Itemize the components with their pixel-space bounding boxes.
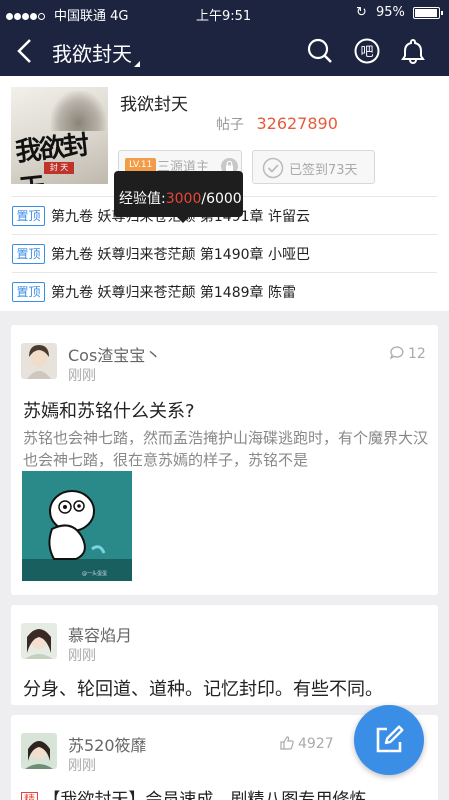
checkin-label: 已签到73天 bbox=[289, 163, 358, 178]
post-image[interactable]: @一头蛋蛋 bbox=[22, 471, 132, 581]
post-time: 刚刚 bbox=[68, 368, 96, 384]
stats-label: 帖子 bbox=[216, 117, 244, 133]
username[interactable]: Cos渣宝宝丶 bbox=[68, 342, 161, 366]
post-count: 32627890 bbox=[256, 114, 338, 133]
post-excerpt: 苏铭也会神七踏，然而孟浩掩护山海碟逃跑时，有个魔界大汉也会神七踏，很在意苏嫣的样… bbox=[23, 429, 429, 469]
rotation-lock-icon: ↻ bbox=[356, 5, 367, 20]
thumbs-up-icon bbox=[280, 736, 294, 750]
dropdown-caret-icon[interactable] bbox=[134, 61, 140, 67]
checkmark-circle-icon bbox=[262, 157, 284, 179]
like-count[interactable]: 4927 bbox=[279, 735, 334, 752]
logo-calligraphy: 我欲封天 bbox=[14, 130, 89, 184]
post-title: 苏嫣和苏铭什么关系? bbox=[23, 401, 195, 422]
bell-icon[interactable] bbox=[399, 37, 427, 65]
pinned-thread-title: 第九卷 妖尊归来苍茫颠 第1489章 陈雷 bbox=[51, 285, 296, 301]
battery-icon bbox=[413, 7, 443, 19]
reply-count: 12 bbox=[389, 345, 426, 362]
svg-text:吧: 吧 bbox=[360, 45, 373, 60]
pinned-tag: 置顶 bbox=[12, 206, 45, 226]
experience-tooltip: 经验值:3000/6000 bbox=[114, 171, 243, 223]
post-time: 刚刚 bbox=[68, 648, 96, 664]
checkin-button[interactable]: 已签到73天 bbox=[252, 150, 375, 184]
carrier-label: 中国联通 4G bbox=[54, 9, 129, 24]
back-arrow-icon[interactable] bbox=[12, 36, 38, 66]
avatar[interactable] bbox=[21, 623, 57, 659]
pinned-thread-title: 第九卷 妖尊归来苍茫颠 第1490章 小哑巴 bbox=[51, 247, 310, 263]
forum-stats: 帖子 32627890 bbox=[120, 114, 338, 134]
logo-seal: 封 天 bbox=[44, 162, 74, 174]
forum-name: 我欲封天 bbox=[120, 95, 188, 115]
comment-icon bbox=[389, 346, 404, 360]
signal-strength-icon bbox=[6, 9, 46, 24]
forum-home-icon[interactable]: 吧 bbox=[353, 37, 381, 65]
experience-value: 经验值:3000/6000 bbox=[119, 191, 242, 207]
forum-logo[interactable]: 我欲封天 封 天 bbox=[11, 87, 108, 184]
post-card[interactable]: Cos渣宝宝丶 刚刚 12 苏嫣和苏铭什么关系? 苏铭也会神七踏，然而孟浩掩护山… bbox=[11, 325, 438, 595]
battery-percent: 95% bbox=[376, 5, 405, 20]
post-title: 精 【我欲封天】会员速成，剧精八图专用修炼 bbox=[21, 785, 431, 800]
pinned-thread-1490[interactable]: 置顶 第九卷 妖尊归来苍茫颠 第1490章 小哑巴 bbox=[12, 234, 437, 272]
image-watermark: @一头蛋蛋 bbox=[82, 570, 107, 577]
username[interactable]: 苏520筱靡 bbox=[68, 732, 147, 756]
pinned-thread-1489[interactable]: 置顶 第九卷 妖尊归来苍茫颠 第1489章 陈雷 bbox=[12, 272, 437, 310]
username[interactable]: 慕容焰月 bbox=[68, 622, 132, 646]
forum-header: 我欲封天 封 天 我欲封天 帖子 32627890 LV.11 三源道主 已签到… bbox=[0, 76, 449, 223]
edit-icon bbox=[376, 725, 404, 753]
post-card[interactable]: 慕容焰月 刚刚 分身、轮回道、道种。记忆封印。有些不同。 bbox=[11, 605, 438, 705]
nav-bar: 我欲封天 吧 bbox=[0, 26, 449, 76]
clock: 上午9:51 bbox=[196, 9, 252, 24]
post-title: 分身、轮回道、道种。记忆封印。有些不同。 bbox=[23, 679, 383, 700]
pinned-tag: 置顶 bbox=[12, 244, 45, 264]
post-time: 刚刚 bbox=[68, 758, 96, 774]
search-icon[interactable] bbox=[306, 37, 334, 65]
nav-title[interactable]: 我欲封天 bbox=[52, 38, 132, 67]
avatar[interactable] bbox=[21, 343, 57, 379]
compose-button[interactable] bbox=[354, 705, 424, 775]
status-bar: 中国联通 4G 上午9:51 ↻ 95% bbox=[0, 0, 449, 26]
network-type: 4G bbox=[110, 9, 129, 24]
pinned-tag: 置顶 bbox=[12, 282, 45, 302]
featured-tag: 精 bbox=[21, 792, 38, 800]
avatar[interactable] bbox=[21, 733, 57, 769]
